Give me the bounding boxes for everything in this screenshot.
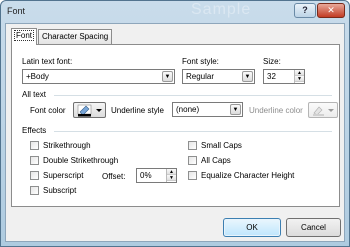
- tab-character-spacing-label: Character Spacing: [42, 32, 109, 41]
- double-strikethrough-checkbox[interactable]: [30, 156, 39, 165]
- tab-font[interactable]: Font: [11, 28, 38, 45]
- underline-color-icon: [313, 106, 334, 116]
- equalize-height-label: Equalize Character Height: [201, 171, 295, 180]
- font-style-label: Font style:: [182, 57, 219, 66]
- size-spin-buttons[interactable]: ▲ ▼: [294, 70, 304, 83]
- cancel-button[interactable]: Cancel: [286, 218, 341, 237]
- superscript-label: Superscript: [43, 171, 84, 180]
- strikethrough-checkbox[interactable]: [30, 141, 39, 150]
- offset-spin-buttons[interactable]: ▲ ▼: [166, 169, 176, 182]
- font-style-value: Regular: [186, 72, 215, 81]
- close-button[interactable]: ✕: [317, 3, 345, 18]
- subscript-checkbox[interactable]: [30, 186, 39, 195]
- chevron-down-icon[interactable]: ▼: [242, 71, 253, 82]
- font-color-button[interactable]: [73, 102, 106, 118]
- ok-button[interactable]: OK: [223, 218, 281, 237]
- small-caps-checkbox[interactable]: [188, 141, 197, 150]
- font-tab-panel: Latin text font: +Body ▼ Font style: Reg…: [11, 44, 340, 207]
- latin-font-label: Latin text font:: [22, 57, 73, 66]
- title-watermark: Sample: [191, 1, 252, 18]
- double-strikethrough-label: Double Strikethrough: [43, 156, 119, 165]
- all-caps-checkbox[interactable]: [188, 156, 197, 165]
- underline-style-combo[interactable]: (none) ▼: [172, 102, 243, 117]
- size-spinner[interactable]: 32 ▲ ▼: [263, 69, 305, 84]
- font-color-icon: [77, 104, 102, 117]
- font-color-label: Font color: [30, 106, 66, 115]
- all-text-header: All text: [22, 90, 47, 99]
- chevron-down-icon[interactable]: ▼: [230, 104, 241, 115]
- spin-down-icon[interactable]: ▼: [295, 76, 304, 82]
- chevron-down-icon[interactable]: ▼: [162, 71, 173, 82]
- underline-style-label: Underline style: [111, 106, 164, 115]
- effects-header: Effects: [22, 126, 47, 135]
- strikethrough-label: Strikethrough: [43, 141, 91, 150]
- offset-spinner[interactable]: 0% ▲ ▼: [136, 168, 177, 183]
- underline-style-label-text: Underline style: [111, 106, 164, 115]
- help-button[interactable]: ?: [294, 3, 316, 18]
- dialog-title: Font: [7, 6, 26, 16]
- small-caps-label: Small Caps: [201, 141, 242, 150]
- all-caps-label: All Caps: [201, 156, 231, 165]
- size-label: Size:: [263, 57, 281, 66]
- spin-down-icon[interactable]: ▼: [167, 175, 176, 181]
- all-text-divider: [54, 95, 332, 96]
- dialog-client: Font Character Spacing Latin text font: …: [5, 23, 345, 242]
- font-style-combo[interactable]: Regular ▼: [182, 69, 255, 84]
- latin-font-combo[interactable]: +Body ▼: [22, 69, 175, 84]
- size-value: 32: [267, 72, 276, 81]
- underline-style-value: (none): [176, 105, 200, 114]
- tab-font-label: Font: [13, 30, 35, 41]
- underline-color-label: Underline color: [249, 106, 303, 115]
- underline-color-button[interactable]: [308, 102, 338, 118]
- latin-font-value: +Body: [26, 72, 49, 81]
- title-bar[interactable]: Font Sample ? ✕: [1, 1, 349, 23]
- effects-divider: [54, 131, 332, 132]
- equalize-height-checkbox[interactable]: [188, 171, 197, 180]
- superscript-checkbox[interactable]: [30, 171, 39, 180]
- tab-character-spacing[interactable]: Character Spacing: [38, 29, 113, 44]
- subscript-label: Subscript: [43, 186, 77, 195]
- offset-value: 0%: [140, 171, 152, 180]
- offset-label: Offset:: [102, 172, 126, 181]
- font-dialog: Font Sample ? ✕ Font Character Spacing L…: [0, 0, 350, 247]
